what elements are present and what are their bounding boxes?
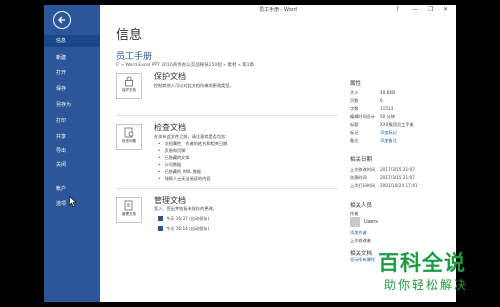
nav-item-close[interactable]: 关闭 <box>44 159 100 171</box>
watermark-subtitle: 助你轻松解决 <box>384 278 469 292</box>
date-row: 上次修改时间 2017/3/15 21:07 <box>350 167 415 172</box>
mouse-cursor-icon <box>69 196 77 207</box>
page-title: 信息 <box>116 28 143 43</box>
property-row: 大小 40.6KB <box>350 90 395 95</box>
inspect-document-icon <box>124 127 134 138</box>
inspect-bullet: 页眉和页脚 <box>158 148 185 154</box>
watermark: 百科全说 助你轻松解决 <box>372 245 500 302</box>
close-button[interactable]: ✕ <box>443 6 448 14</box>
manage-section-title: 管理文档 <box>154 196 186 205</box>
version-item[interactable]: 今天 16:14 (自动保存) <box>158 226 209 232</box>
nav-item-save[interactable]: 保存 <box>44 83 100 95</box>
date-row: 上次打印时间 2001/10/24 17:41 <box>350 183 418 188</box>
property-row: 页数 6 <box>350 98 383 103</box>
version-label: 今天 16:14 (自动保存) <box>166 226 210 231</box>
minimize-button[interactable]: — <box>412 6 418 14</box>
user-name[interactable]: Users <box>364 219 378 225</box>
related-people-heading: 相关人员 <box>350 203 373 209</box>
properties-heading[interactable]: 属性 <box>350 79 361 87</box>
inspect-bullet: 公司数据 <box>158 162 181 168</box>
property-row: 编辑时间总计 50 分钟 <box>350 114 396 119</box>
back-arrow-icon <box>58 16 65 24</box>
protect-section-title: 保护文档 <box>154 72 186 81</box>
back-button[interactable] <box>53 11 71 29</box>
property-row: 标题 XXX集团员工手册 <box>350 122 414 127</box>
nav-item-account[interactable]: 帐户 <box>44 183 100 195</box>
window-title: 员工手册 - Word <box>259 7 297 13</box>
nav-item-export[interactable]: 导出 <box>44 145 100 157</box>
help-button[interactable]: ? <box>396 6 399 14</box>
section-divider <box>116 115 338 116</box>
related-dates-heading: 相关日期 <box>350 157 373 163</box>
inspect-section-desc: 在发布此文件之前，请注意其是否包含: <box>154 134 227 139</box>
date-row: 创建时间 2017/3/15 21:07 <box>350 175 415 180</box>
lock-icon <box>125 76 133 87</box>
backstage-nav: 信息 新建 打开 保存 另存为 打印 共享 导出 关闭 帐户 选项 <box>44 5 100 302</box>
document-title: 员工手册 <box>116 52 153 62</box>
property-row[interactable]: 标记 添加标记 <box>350 130 454 137</box>
manage-document-button[interactable]: 管理文档 <box>116 197 142 223</box>
nav-item-save-as[interactable]: 另存为 <box>44 99 100 111</box>
author-row: 作者 <box>350 211 359 216</box>
add-author-link[interactable]: 添加作者 <box>350 230 454 237</box>
manage-section-desc: 签入、签出并恢复未保存的更改。 <box>154 206 217 211</box>
version-label: 今天 16:37 (自动保存) <box>166 216 210 221</box>
word-doc-icon <box>158 226 163 231</box>
avatar <box>350 217 360 227</box>
nav-item-open[interactable]: 打开 <box>44 67 100 79</box>
version-item[interactable]: 今天 16:37 (自动保存) <box>158 216 209 222</box>
word-doc-icon <box>158 216 163 221</box>
nav-item-share[interactable]: 共享 <box>44 131 100 143</box>
protect-section-desc: 控制其他人可以对此文档所做的更改类型。 <box>154 83 234 88</box>
nav-item-info[interactable]: 信息 <box>44 35 100 47</box>
protect-document-button[interactable]: 保护文档 <box>116 73 142 99</box>
property-row: 字数 11513 <box>350 106 394 111</box>
manage-document-tile-label: 管理文档 <box>122 212 136 216</box>
inspect-bullet: 已隐藏的 XML 数据 <box>158 169 201 175</box>
letterbox-bottom <box>0 302 500 307</box>
related-documents-heading: 相关文档 <box>350 251 373 257</box>
nav-item-print[interactable]: 打印 <box>44 115 100 127</box>
inspect-bullet: 残障人士无法阅读的内容 <box>158 176 210 182</box>
check-for-issues-tile-label: 检查问题 <box>122 139 136 143</box>
section-divider <box>116 188 338 189</box>
check-for-issues-button[interactable]: 检查问题 <box>116 124 142 150</box>
inspect-bullet: 已隐藏的文本 <box>158 155 189 161</box>
last-modified-by-row: 上次修改者 <box>350 238 371 243</box>
screen: 信息 新建 打开 保存 另存为 打印 共享 导出 关闭 帐户 选项 员工手册 -… <box>0 0 500 307</box>
protect-document-tile-label: 保护文档 <box>122 88 136 92</box>
inspect-section-title: 检查文档 <box>154 123 186 132</box>
nav-item-new[interactable]: 新建 <box>44 52 100 64</box>
watermark-title: 百科全说 <box>378 251 466 275</box>
restore-button[interactable]: ❐ <box>428 6 433 14</box>
manage-document-icon <box>124 200 133 211</box>
property-row[interactable]: 备注 添加备注 <box>350 138 454 145</box>
document-path[interactable]: F: » Word Excel PPT 2016商务办公实战秘技250招 » 素… <box>116 62 254 68</box>
inspect-bullet: 文档属性、作者的姓名和相关日期 <box>158 141 227 147</box>
